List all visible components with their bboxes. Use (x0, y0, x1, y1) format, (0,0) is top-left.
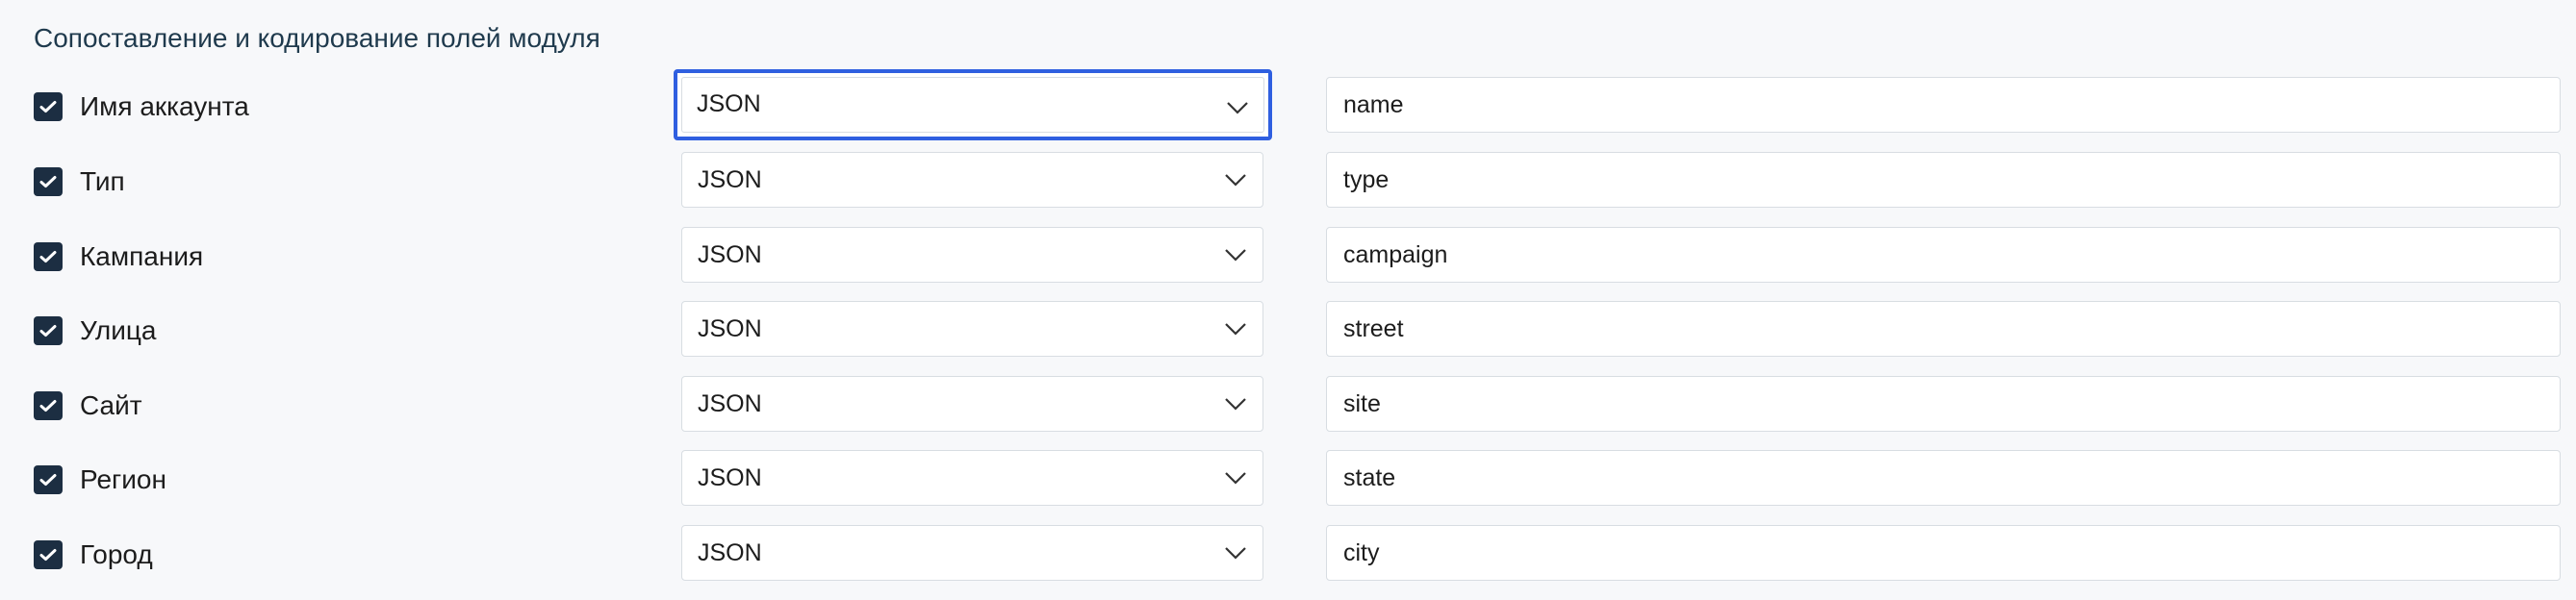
chevron-down-icon (1225, 398, 1246, 411)
field-checkbox[interactable] (34, 242, 63, 271)
mapping-input[interactable] (1326, 450, 2561, 506)
encoding-select-value: JSON (698, 241, 762, 268)
check-icon (39, 474, 57, 486)
chevron-down-icon (1225, 174, 1246, 187)
chevron-down-icon (1225, 547, 1246, 560)
field-label: Кампания (80, 241, 204, 271)
field-label: Регион (80, 464, 166, 494)
field-label: Сайт (80, 390, 142, 420)
encoding-select[interactable]: JSON (681, 227, 1263, 283)
encoding-select-value: JSON (698, 464, 762, 491)
mapping-input[interactable] (1326, 152, 2561, 208)
chevron-down-icon (1225, 323, 1246, 336)
field-row-campaign: Кампания JSON (0, 227, 2576, 287)
field-row-state: Регион JSON (0, 450, 2576, 510)
encoding-select[interactable]: JSON (674, 69, 1272, 140)
field-label: Имя аккаунта (80, 91, 249, 121)
field-checkbox[interactable] (34, 465, 63, 494)
field-row-site: Сайт JSON (0, 376, 2576, 436)
check-icon (39, 549, 57, 561)
encoding-select-value: JSON (697, 90, 761, 117)
check-icon (39, 400, 57, 412)
field-checkbox[interactable] (34, 391, 63, 420)
field-label: Улица (80, 315, 157, 345)
chevron-down-icon (1227, 102, 1248, 114)
check-icon (39, 101, 57, 112)
field-checkbox[interactable] (34, 167, 63, 196)
field-label: Город (80, 539, 153, 569)
encoding-select[interactable]: JSON (681, 376, 1263, 432)
field-checkbox[interactable] (34, 316, 63, 345)
encoding-select[interactable]: JSON (681, 152, 1263, 208)
field-row-city: Город JSON (0, 525, 2576, 585)
encoding-select[interactable]: JSON (681, 301, 1263, 357)
chevron-down-icon (1225, 249, 1246, 262)
mapping-input[interactable] (1326, 301, 2561, 357)
chevron-down-icon (1225, 472, 1246, 485)
field-checkbox[interactable] (34, 92, 63, 121)
check-icon (39, 251, 57, 262)
encoding-select-value: JSON (698, 390, 762, 417)
field-row-type: Тип JSON (0, 152, 2576, 212)
select-inner-border (681, 77, 1264, 133)
check-icon (39, 176, 57, 188)
field-checkbox[interactable] (34, 540, 63, 569)
field-label: Тип (80, 166, 125, 196)
encoding-select-value: JSON (698, 539, 762, 566)
section-title: Сопоставление и кодирование полей модуля (34, 23, 600, 53)
mapping-input[interactable] (1326, 376, 2561, 432)
check-icon (39, 325, 57, 337)
field-mapping-panel: Сопоставление и кодирование полей модуля… (0, 0, 2576, 600)
mapping-input[interactable] (1326, 525, 2561, 581)
field-row-street: Улица JSON (0, 301, 2576, 361)
field-row-account-name: Имя аккаунта JSON (0, 69, 2576, 140)
encoding-select-value: JSON (698, 315, 762, 342)
mapping-input[interactable] (1326, 227, 2561, 283)
encoding-select-value: JSON (698, 166, 762, 193)
mapping-input[interactable] (1326, 77, 2561, 133)
encoding-select[interactable]: JSON (681, 525, 1263, 581)
encoding-select[interactable]: JSON (681, 450, 1263, 506)
